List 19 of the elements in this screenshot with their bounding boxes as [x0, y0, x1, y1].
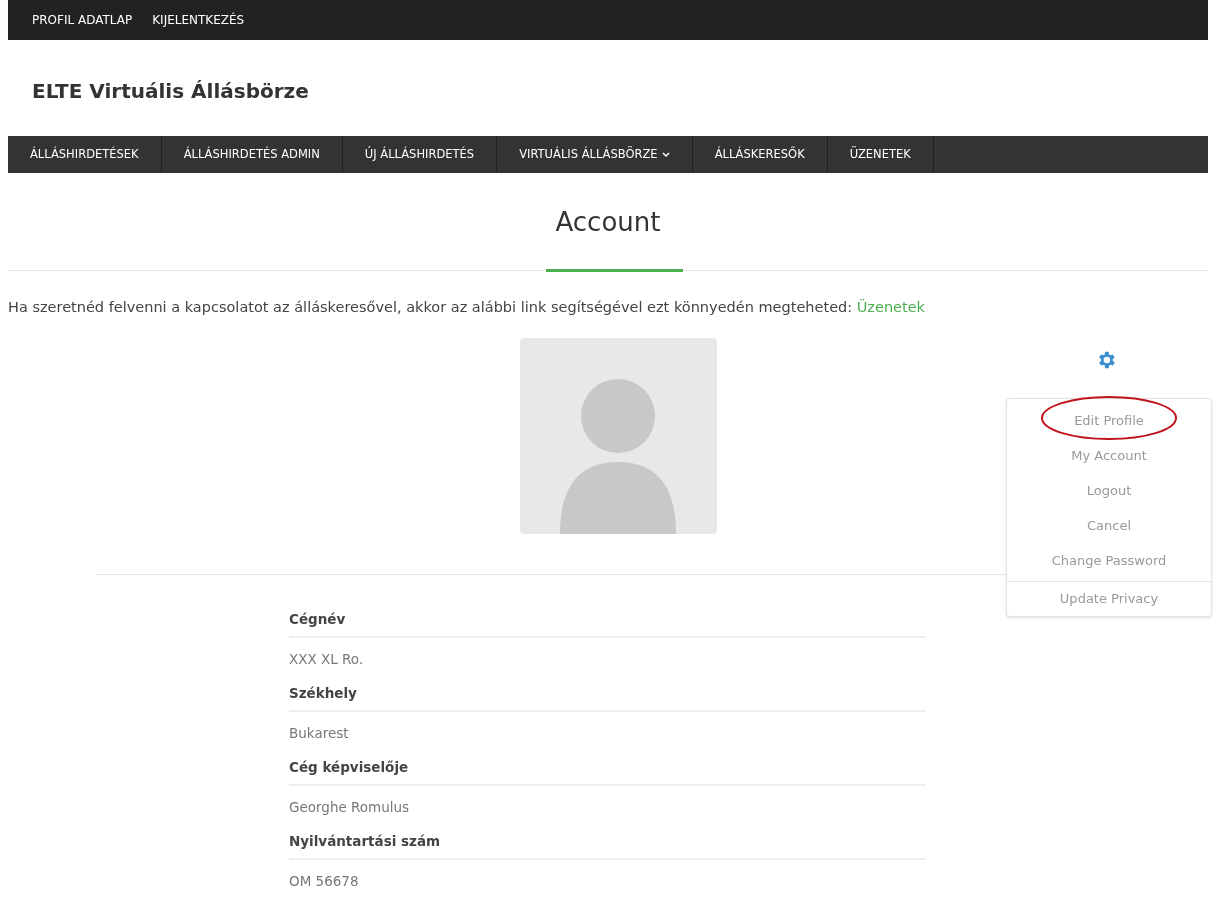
nav-tab[interactable]: ÁLLÁSHIRDETÉSEK	[8, 136, 162, 173]
field-value: XXX XL Ro.	[289, 650, 364, 667]
intro-text: Ha szeretnéd felvenni a kapcsolatot az álláskeresővel, akkor az alábbi link segítségével ezt könnyedén megteheted: Üzenetek	[8, 298, 926, 317]
top-bar-link[interactable]: PROFIL ADATLAP	[32, 11, 133, 29]
field-label: Cég képviselője	[289, 758, 409, 775]
field-value: OM 56678	[289, 872, 359, 889]
page-heading: Account	[555, 206, 661, 239]
field-label: Székhely	[289, 684, 357, 701]
nav-tab[interactable]: ÁLLÁSKERESŐK	[692, 136, 828, 173]
nav-tab[interactable]: ÜZENETEK	[827, 136, 934, 173]
field-value: Bukarest	[289, 724, 349, 741]
nav-tab[interactable]: ÁLLÁSHIRDETÉS ADMIN	[161, 136, 343, 173]
top-bar-link[interactable]: KIJELENTKEZÉS	[152, 11, 245, 29]
site-title: ELTE Virtuális Állásbörze	[32, 78, 309, 105]
field-value: Georghe Romulus	[289, 798, 410, 815]
nav-tab[interactable]: ÚJ ÁLLÁSHIRDETÉS	[342, 136, 498, 173]
field-label: Nyilvántartási szám	[289, 832, 441, 849]
field-label: Cégnév	[289, 610, 346, 627]
nav-tab[interactable]: VIRTUÁLIS ÁLLÁSBÖRZE	[497, 136, 693, 173]
